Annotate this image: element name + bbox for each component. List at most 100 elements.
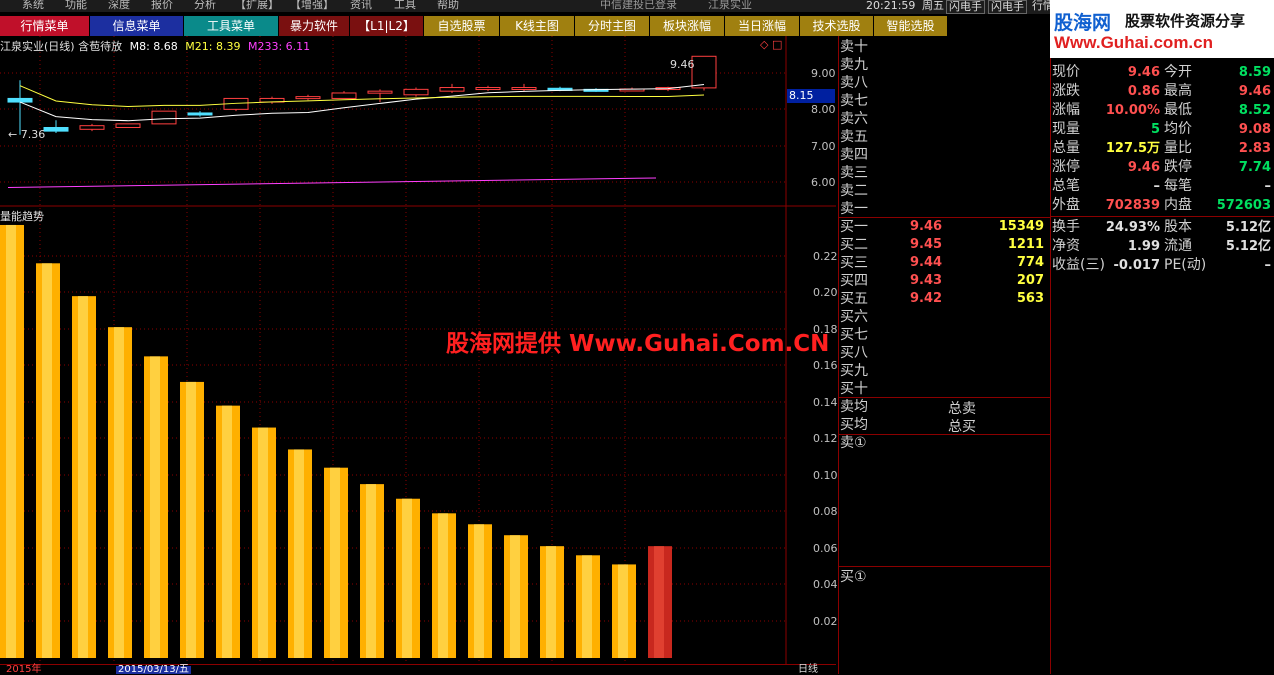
bid-row[interactable]: 买二 9.45 1211 [838,236,1050,254]
tab-kline-chart[interactable]: K线主图 [500,16,575,36]
total-buy-label: 总买 [948,419,976,435]
ask-row[interactable]: 卖四 [838,146,1050,164]
candle-body [115,123,141,129]
menu-item-news[interactable]: 资讯 [350,0,372,10]
ask-row[interactable]: 卖七 [838,92,1050,110]
sell-queue-row[interactable]: 卖① [838,434,1050,452]
volume-bar-highlight [402,498,412,658]
info-value: 127.5万 [1105,141,1160,156]
tab-tools-menu[interactable]: 工具菜单 [184,16,279,36]
brand-banner: 股海网 股票软件资源分享 Www.Guhai.com.cn [1050,0,1274,58]
menu-item-extend[interactable]: 【扩展】 [235,0,279,10]
tab-watchlist[interactable]: 自选股票 [424,16,500,36]
ask-row[interactable]: 卖九 [838,56,1050,74]
fundamental-row: 净资 1.99 流通 5.12亿 [1050,237,1274,256]
ask-row[interactable]: 卖五 [838,128,1050,146]
orderbook-label: 卖六 [840,111,868,127]
avg-sell-row[interactable]: 卖均 [838,398,1050,416]
chart-options-icon[interactable]: ◇ □ [760,38,782,51]
chart-panel[interactable]: 江泉实业(日线) 含苞待放 M8: 8.68 M21: 8.39 M233: 6… [0,36,838,675]
volume-bar-highlight [6,224,16,658]
bid-row[interactable]: 买五 9.42 563 [838,290,1050,308]
vol-tick-008: 0.08 [813,505,838,518]
period-tab-daily[interactable]: 日线 [798,665,818,675]
orderbook-label: 卖八 [840,75,868,91]
bid-row[interactable]: 买六 [838,308,1050,326]
toolbar-tabs: 行情菜单 信息菜单 工具菜单 暴力软件 【L1|L2】 自选股票 K线主图 分时… [0,16,948,36]
year-label: 2015年 [6,664,42,675]
volume-bar-highlight [294,449,304,658]
bid-row[interactable]: 买八 [838,344,1050,362]
ask-row[interactable]: 卖二 [838,182,1050,200]
ask-row[interactable]: 卖十 [838,38,1050,56]
info-value: 702839 [1105,198,1160,213]
bid-row[interactable]: 买一 9.46 15349 [838,218,1050,236]
volume-bar-highlight [78,296,88,658]
ma21-label: M21: 8.39 [185,40,241,53]
orderbook-label: 卖一 [840,201,868,217]
info-label: 量比 [1164,140,1192,156]
vol-tick-002: 0.02 [813,615,838,628]
volume-bar-highlight [438,513,448,658]
tab-daily-gain[interactable]: 当日涨幅 [725,16,800,36]
info-value: 7.74 [1238,160,1271,175]
volume-bar-highlight [222,405,232,658]
info-value: – [1264,179,1272,194]
stock-name-menubar: 江泉实业 [708,0,752,11]
buy-queue-row[interactable]: 买① [838,568,1050,586]
tab-info-menu[interactable]: 信息菜单 [90,16,184,36]
candle [79,123,105,132]
ask-row[interactable]: 卖八 [838,74,1050,92]
info-label: 净资 [1052,238,1080,254]
tab-market-menu[interactable]: 行情菜单 [0,16,90,36]
tab-power-software[interactable]: 暴力软件 [279,16,350,36]
ask-row[interactable]: 卖一 [838,200,1050,218]
tab-sector-gain[interactable]: 板块涨幅 [650,16,725,36]
avg-buy-row[interactable]: 买均 [838,416,1050,434]
bid-row[interactable]: 买三 9.44 774 [838,254,1050,272]
menu-item-analysis[interactable]: 分析 [194,0,216,10]
volume-bar-highlight [546,546,556,658]
bid-row[interactable]: 买十 [838,380,1050,398]
menu-item-enhance[interactable]: 【增强】 [290,0,334,10]
price-tick-900: 9.00 [811,67,836,80]
candle-body [367,90,393,94]
menu-item-depth[interactable]: 深度 [108,0,130,10]
menu-item-system[interactable]: 系统 [22,0,44,10]
info-label: 外盘 [1052,197,1080,213]
info-value: – [1264,258,1272,273]
titlebar-right: 20:21:59 周五 闪电手 闪电手 行情 [860,0,1050,14]
orderbook-volume: 207 [1016,273,1044,288]
candle [259,96,285,104]
info-label: 涨停 [1052,159,1080,175]
orderbook-volume: 774 [1016,255,1044,270]
bid-row[interactable]: 买四 9.43 207 [838,272,1050,290]
menu-item-tools[interactable]: 工具 [394,0,416,10]
divider [1050,216,1274,217]
ask-row[interactable]: 卖三 [838,164,1050,182]
orderbook-label: 买七 [840,327,868,343]
info-value: 9.08 [1238,122,1271,137]
tab-l1-l2[interactable]: 【L1|L2】 [350,16,424,36]
tab-tech-screen[interactable]: 技术选股 [800,16,874,36]
menu-item-quote[interactable]: 报价 [151,0,173,10]
flash-trade-button-1[interactable]: 闪电手 [946,0,985,14]
menu-item-function[interactable]: 功能 [65,0,87,10]
menu-item-help[interactable]: 帮助 [437,0,459,10]
vol-tick-016: 0.16 [813,359,838,372]
volume-bar-highlight [366,484,376,658]
candle [367,89,393,103]
tab-intraday-chart[interactable]: 分时主图 [575,16,650,36]
bid-row[interactable]: 买九 [838,362,1050,380]
bid-row[interactable]: 买七 [838,326,1050,344]
candle [7,80,33,135]
info-value: 8.52 [1238,103,1271,118]
info-label: 最高 [1164,83,1192,99]
quote-button[interactable]: 行情 [1032,0,1050,12]
info-value: 10.00% [1105,103,1160,118]
orderbook-label: 买九 [840,363,868,379]
ask-row[interactable]: 卖六 [838,110,1050,128]
tab-smart-screen[interactable]: 智能选股 [874,16,948,36]
flash-trade-button-2[interactable]: 闪电手 [988,0,1027,14]
info-value: 0.86 [1127,84,1160,99]
